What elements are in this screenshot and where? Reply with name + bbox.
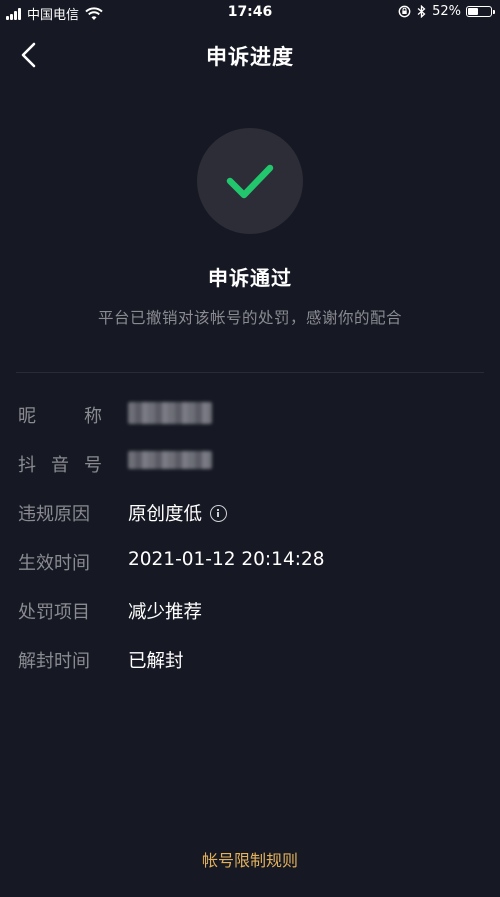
unblock-time-row: 解封时间 已解封 — [18, 637, 488, 686]
check-icon — [226, 164, 274, 199]
douyin-id-value — [128, 451, 212, 469]
info-icon[interactable] — [210, 504, 228, 522]
violation-reason-value: 原创度低 — [128, 500, 228, 526]
account-restriction-rules-link[interactable]: 帐号限制规则 — [0, 847, 500, 871]
penalty-value: 减少推荐 — [128, 602, 203, 623]
bluetooth-icon — [417, 5, 426, 18]
nickname-label-char: 称 — [84, 406, 102, 427]
result-description: 平台已撤销对该帐号的处罚，感谢你的配合 — [97, 309, 402, 327]
violation-reason-label: 违规原因 — [18, 504, 90, 525]
penalty-row: 处罚项目 减少推荐 — [18, 588, 488, 637]
unblock-time-label: 解封时间 — [18, 651, 90, 672]
page-title: 申诉进度 — [206, 45, 294, 69]
effective-time-label: 生效时间 — [18, 553, 90, 574]
nickname-row: 昵 称 — [18, 392, 488, 441]
penalty-label: 处罚项目 — [18, 602, 90, 623]
divider — [16, 372, 484, 373]
success-badge — [197, 128, 303, 234]
violation-reason-text: 原创度低 — [128, 504, 203, 525]
douyin-id-label-char: 抖 — [18, 455, 36, 476]
appeal-details: 昵 称 抖 音 号 违规原因 原创度低 生效时间 2021-01-12 20:1… — [18, 392, 488, 686]
battery-percent: 52% — [432, 4, 461, 19]
douyin-id-label: 抖 音 号 — [18, 451, 102, 477]
nickname-label-char: 昵 — [18, 406, 36, 427]
violation-reason-row: 违规原因 原创度低 — [18, 490, 488, 539]
nav-bar: 申诉进度 — [0, 30, 500, 80]
douyin-id-row: 抖 音 号 — [18, 441, 488, 490]
status-bar-right: 52% — [398, 4, 495, 19]
effective-time-row: 生效时间 2021-01-12 20:14:28 — [18, 539, 488, 588]
douyin-id-label-char: 音 — [51, 455, 69, 476]
result-title: 申诉通过 — [208, 266, 292, 290]
battery-icon — [466, 6, 495, 17]
redacted-nickname — [128, 402, 212, 424]
nickname-value — [128, 402, 212, 424]
douyin-id-label-char: 号 — [84, 455, 102, 476]
nickname-label: 昵 称 — [18, 402, 102, 428]
status-bar: 中国电信 17:46 52% — [0, 0, 500, 26]
battery-fill — [468, 8, 479, 15]
unblock-time-value: 已解封 — [128, 651, 184, 672]
effective-time-value: 2021-01-12 20:14:28 — [128, 549, 325, 570]
orientation-lock-icon — [398, 5, 411, 18]
redacted-douyin-id — [128, 451, 212, 469]
